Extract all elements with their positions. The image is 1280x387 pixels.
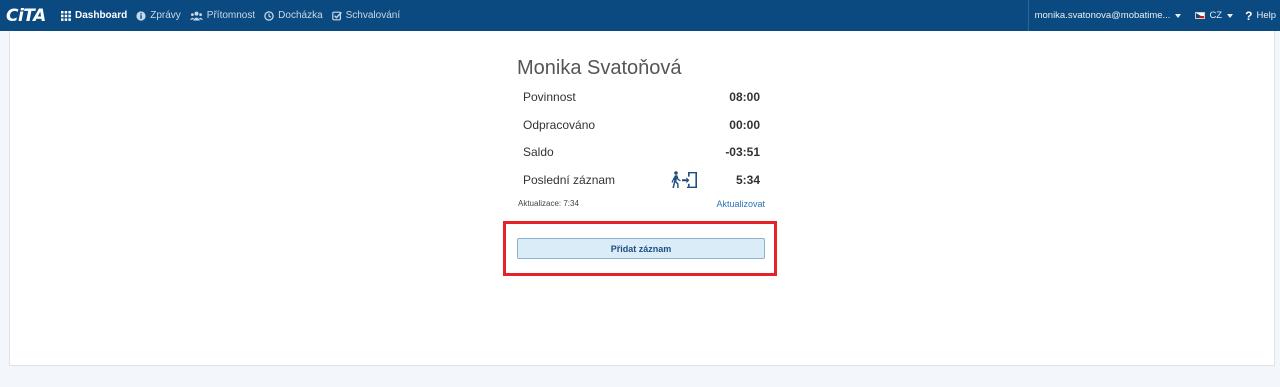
add-record-button[interactable]: Přidat záznam bbox=[517, 238, 765, 259]
dashboard-panel bbox=[9, 31, 1275, 366]
czech-flag-icon bbox=[1195, 12, 1206, 19]
info-icon bbox=[136, 10, 146, 21]
nav-label-pritomnost: Přítomnost bbox=[206, 10, 256, 21]
nav-label-zpravy: Zprávy bbox=[150, 10, 181, 21]
nav-label-schvalovani: Schvalování bbox=[345, 10, 401, 21]
employee-name: Monika Svatoňová bbox=[517, 57, 682, 79]
attendance-card: Monika Svatoňová Povinnost 08:00 Odpraco… bbox=[517, 55, 766, 209]
row-value: 5:34 bbox=[735, 173, 760, 187]
check-square-icon bbox=[331, 11, 342, 21]
nav-item-pritomnost[interactable]: Přítomnost bbox=[189, 10, 256, 21]
exit-door-icon bbox=[671, 170, 699, 190]
row-label: Saldo bbox=[523, 145, 554, 159]
right-menu: monika.svatonova@mobatime... CZ ? Help bbox=[1027, 0, 1280, 31]
nav-label-dochazka: Docházka bbox=[278, 10, 323, 21]
row-label: Odpracováno bbox=[523, 118, 596, 132]
users-icon bbox=[189, 11, 203, 21]
row-label: Poslední záznam bbox=[523, 173, 616, 187]
chevron-down-icon bbox=[1175, 13, 1182, 18]
clock-icon bbox=[264, 10, 274, 21]
last-update-text: Aktualizace: 7:34 bbox=[518, 199, 579, 208]
row-label: Povinnost bbox=[523, 90, 576, 104]
chevron-down-icon bbox=[1227, 13, 1234, 18]
row-value: 00:00 bbox=[729, 118, 760, 132]
row-value: -03:51 bbox=[725, 145, 760, 159]
row-povinnost: Povinnost 08:00 bbox=[517, 88, 766, 108]
nav-item-zpravy[interactable]: Zprávy bbox=[136, 10, 181, 21]
main-nav: Dashboard Zprávy Přítomnost Docházka Sch… bbox=[61, 0, 409, 31]
app-logo[interactable]: CiTA bbox=[6, 6, 46, 26]
top-navbar: CiTA Dashboard Zprávy Přítomnost Docházk… bbox=[0, 0, 1280, 31]
logo-text: CiTA bbox=[6, 6, 46, 26]
question-mark-icon: ? bbox=[1245, 8, 1253, 23]
grid-icon bbox=[61, 10, 71, 21]
user-menu-dropdown[interactable]: monika.svatonova@mobatime... bbox=[1027, 0, 1190, 31]
help-link[interactable]: ? Help bbox=[1239, 9, 1280, 23]
language-label: CZ bbox=[1209, 10, 1223, 21]
language-dropdown[interactable]: CZ bbox=[1189, 10, 1239, 21]
user-email: monika.svatonova@mobatime... bbox=[1034, 10, 1171, 21]
row-posledni-zaznam: Poslední záznam 5:34 bbox=[517, 171, 766, 191]
row-odpracovano: Odpracováno 00:00 bbox=[517, 116, 766, 136]
nav-label-dashboard: Dashboard bbox=[75, 10, 128, 21]
nav-item-dochazka[interactable]: Docházka bbox=[264, 10, 323, 21]
refresh-link[interactable]: Aktualizovat bbox=[716, 199, 765, 209]
help-label: Help bbox=[1256, 10, 1276, 21]
row-saldo: Saldo -03:51 bbox=[517, 143, 766, 163]
row-value: 08:00 bbox=[729, 90, 760, 104]
nav-item-schvalovani[interactable]: Schvalování bbox=[331, 10, 401, 21]
nav-item-dashboard[interactable]: Dashboard bbox=[61, 10, 127, 21]
